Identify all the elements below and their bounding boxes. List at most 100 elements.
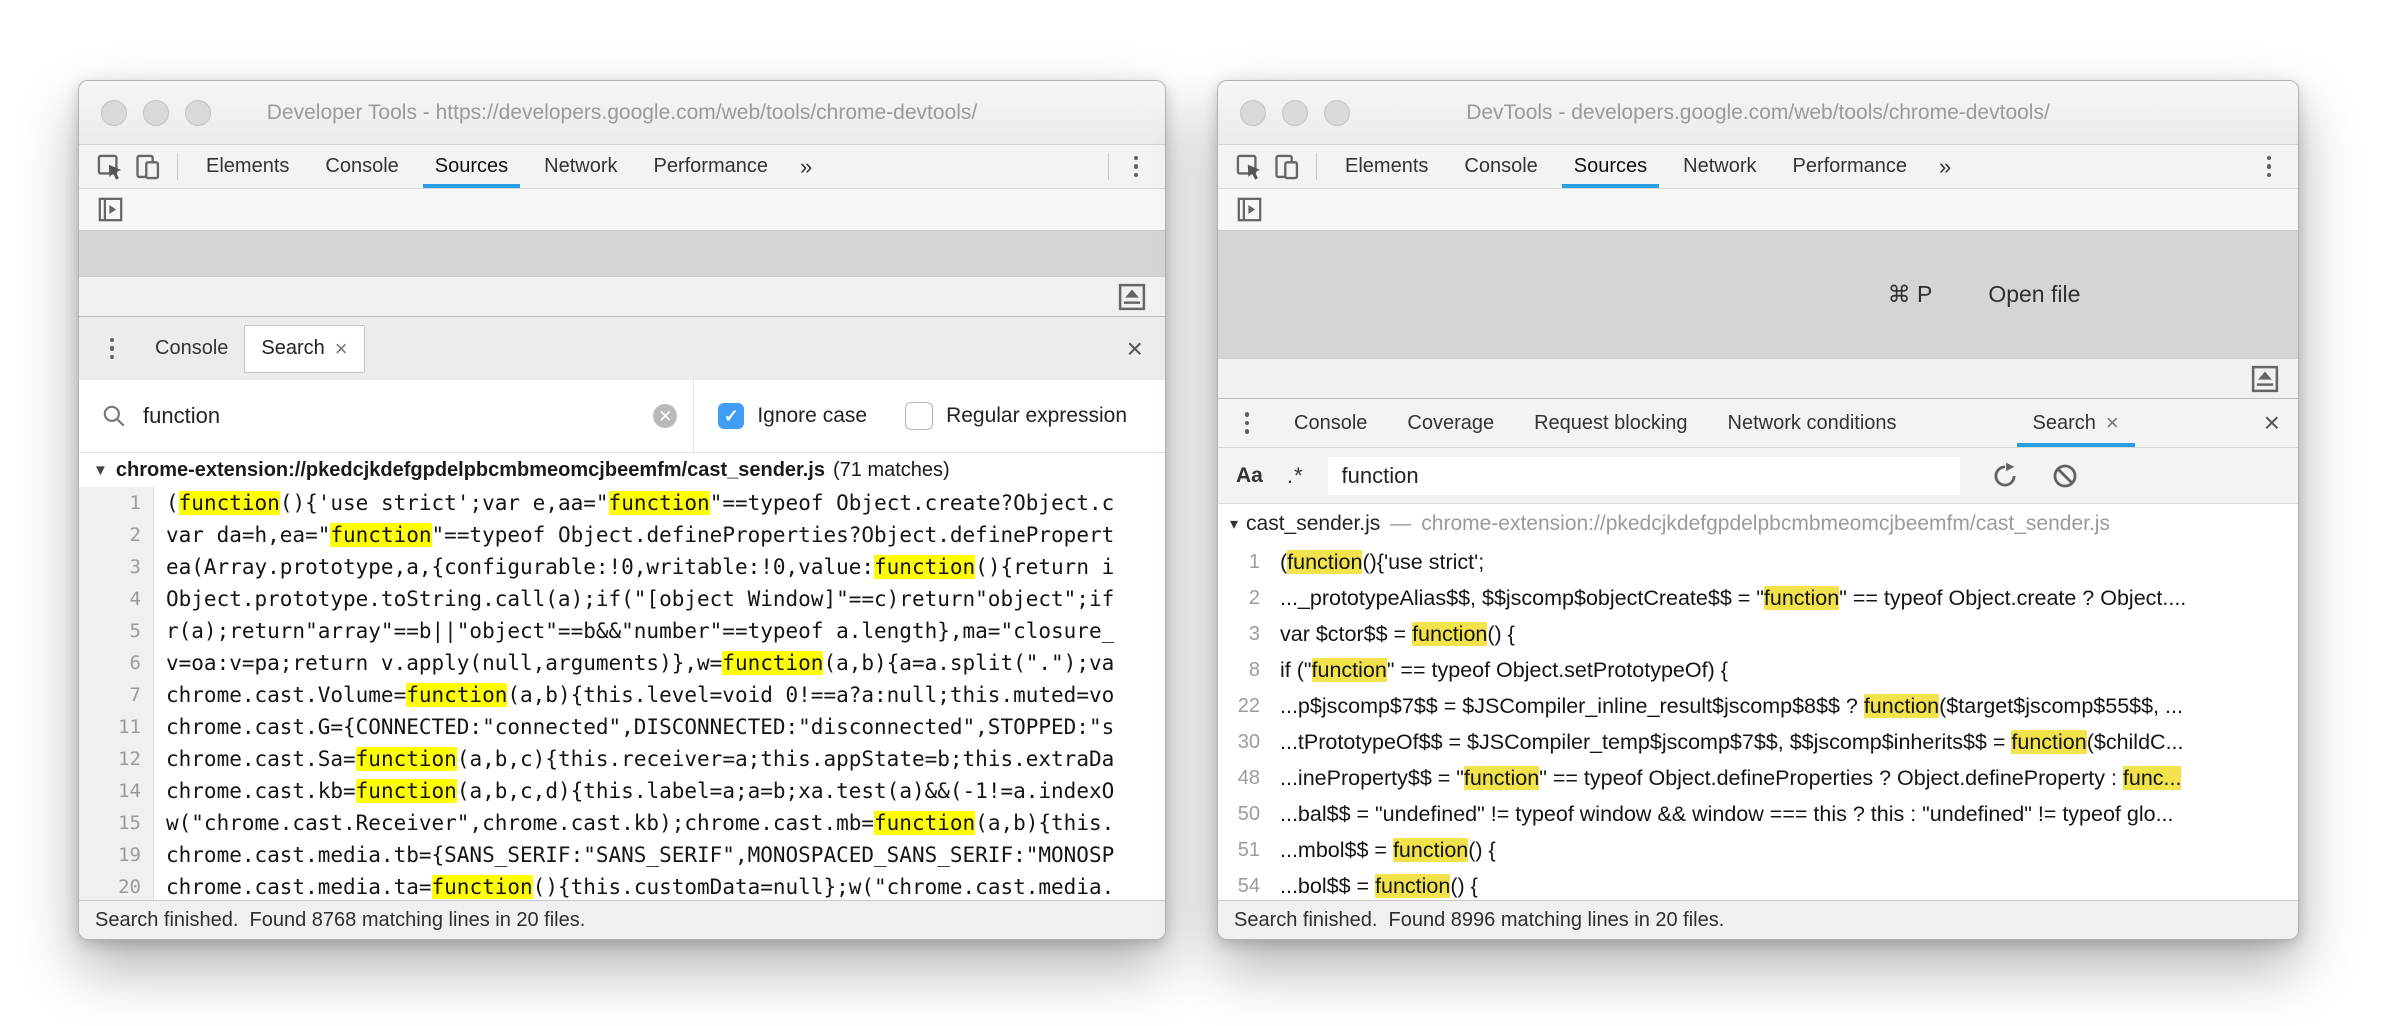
title-bar[interactable]: DevTools - developers.google.com/web/too… — [1218, 81, 2298, 145]
search-match-highlight: function — [874, 555, 975, 579]
result-match-count: (71 matches) — [833, 459, 950, 482]
show-navigator-icon[interactable] — [1230, 196, 1268, 223]
search-result-line[interactable]: 3ea(Array.prototype,a,{configurable:!0,w… — [79, 551, 1165, 583]
main-toolbar: ElementsConsoleSourcesNetworkPerformance… — [79, 145, 1165, 189]
search-result-line[interactable]: 15w("chrome.cast.Receiver",chrome.cast.k… — [79, 807, 1165, 839]
expand-drawer-icon[interactable] — [2246, 364, 2284, 394]
search-result-line[interactable]: 3var $ctor$$ = function() { — [1218, 616, 2298, 652]
search-input[interactable] — [141, 402, 639, 430]
line-number: 11 — [79, 711, 154, 743]
result-file-header[interactable]: ▼ chrome-extension://pkedcjkdefgpdelpbcm… — [79, 453, 1165, 487]
line-content: chrome.cast.G={CONNECTED:"connected",DIS… — [154, 711, 1165, 743]
main-toolbar: ElementsConsoleSourcesNetworkPerformance… — [1218, 145, 2298, 189]
drawer-tab-network-conditions[interactable]: Network conditions — [1708, 399, 1917, 447]
search-result-line[interactable]: 30...tPrototypeOf$$ = $JSCompiler_temp$j… — [1218, 724, 2298, 760]
match-case-toggle[interactable]: Aa — [1236, 464, 1263, 488]
close-drawer-icon[interactable]: × — [1121, 335, 1149, 363]
drawer-tab-search[interactable]: Search× — [244, 325, 364, 373]
search-match-highlight: function — [432, 875, 533, 899]
line-number: 12 — [79, 743, 154, 775]
collapse-triangle-icon[interactable]: ▼ — [93, 462, 108, 479]
line-number: 1 — [1218, 544, 1274, 580]
tab-elements[interactable]: Elements — [188, 145, 307, 188]
line-number: 15 — [79, 807, 154, 839]
regular-expression-option[interactable]: Regular expression — [905, 402, 1127, 430]
line-number: 5 — [79, 615, 154, 647]
tab-performance[interactable]: Performance — [1775, 145, 1926, 188]
ignore-case-checkbox[interactable]: ✓ — [718, 403, 744, 429]
close-drawer-icon[interactable]: × — [2258, 409, 2286, 437]
tab-network[interactable]: Network — [526, 145, 635, 188]
search-result-line[interactable]: 50...bal$$ = "undefined" != typeof windo… — [1218, 796, 2298, 832]
tab-performance[interactable]: Performance — [636, 145, 787, 188]
drawer-tab-coverage[interactable]: Coverage — [1387, 399, 1514, 447]
expand-drawer-icon[interactable] — [1113, 282, 1151, 312]
collapse-triangle-icon[interactable]: ▾ — [1230, 514, 1238, 534]
line-number: 30 — [1218, 724, 1274, 760]
main-menu-icon[interactable] — [1119, 145, 1153, 188]
search-result-line[interactable]: 51...mbol$$ = function() { — [1218, 832, 2298, 868]
line-content: var $ctor$$ = function() { — [1274, 616, 2298, 652]
line-content: var da=h,ea="function"==typeof Object.de… — [154, 519, 1165, 551]
search-result-line[interactable]: 8if ("function" == typeof Object.setProt… — [1218, 652, 2298, 688]
result-file-header[interactable]: ▾ cast_sender.js — chrome-extension://pk… — [1218, 504, 2298, 544]
line-content: if ("function" == typeof Object.setProto… — [1274, 652, 2298, 688]
line-content: (function(){'use strict'; — [1274, 544, 2298, 580]
drawer-menu-icon[interactable] — [1230, 412, 1264, 434]
tab-sources[interactable]: Sources — [1556, 145, 1665, 188]
search-result-line[interactable]: 20chrome.cast.media.ta=function(){this.c… — [79, 871, 1165, 900]
tab-console[interactable]: Console — [307, 145, 416, 188]
search-result-line[interactable]: 2..._prototypeAlias$$, $$jscomp$objectCr… — [1218, 580, 2298, 616]
search-input[interactable] — [1340, 462, 1948, 490]
clear-search-icon[interactable] — [2050, 462, 2080, 490]
search-result-line[interactable]: 22...p$jscomp$7$$ = $JSCompiler_inline_r… — [1218, 688, 2298, 724]
search-result-line[interactable]: 4Object.prototype.toString.call(a);if("[… — [79, 583, 1165, 615]
drawer-tab-console[interactable]: Console — [1274, 399, 1387, 447]
ignore-case-option[interactable]: ✓ Ignore case — [718, 403, 867, 429]
search-result-line[interactable]: 48...ineProperty$$ = "function" == typeo… — [1218, 760, 2298, 796]
clear-search-icon[interactable]: ✕ — [653, 404, 677, 428]
refresh-search-icon[interactable] — [1990, 462, 2020, 490]
drawer-tab-search[interactable]: Search× — [2013, 399, 2139, 447]
tab-elements[interactable]: Elements — [1327, 145, 1446, 188]
inspect-element-icon[interactable] — [91, 145, 129, 188]
line-number: 50 — [1218, 796, 1274, 832]
result-file-url: chrome-extension://pkedcjkdefgpdelpbcmbm… — [116, 459, 825, 482]
devtools-window-old: Developer Tools - https://developers.goo… — [78, 80, 1166, 940]
more-panels-button[interactable]: » — [1925, 145, 1965, 188]
regex-toggle[interactable]: .* — [1287, 463, 1304, 489]
tab-sources[interactable]: Sources — [417, 145, 526, 188]
result-file-dash: — — [1390, 512, 1411, 536]
search-result-line[interactable]: 14chrome.cast.kb=function(a,b,c,d){this.… — [79, 775, 1165, 807]
search-result-line[interactable]: 6v=oa:v=pa;return v.apply(null,arguments… — [79, 647, 1165, 679]
search-result-line[interactable]: 1(function(){'use strict';var e,aa="func… — [79, 487, 1165, 519]
search-result-line[interactable]: 5r(a);return"array"==b||"object"==b&&"nu… — [79, 615, 1165, 647]
line-number: 6 — [79, 647, 154, 679]
tab-close-icon[interactable]: × — [335, 338, 348, 360]
search-match-highlight: function — [1312, 658, 1387, 682]
search-result-line[interactable]: 2var da=h,ea="function"==typeof Object.d… — [79, 519, 1165, 551]
search-result-line[interactable]: 12chrome.cast.Sa=function(a,b,c){this.re… — [79, 743, 1165, 775]
show-navigator-icon[interactable] — [91, 196, 129, 223]
regular-expression-checkbox[interactable] — [905, 402, 933, 430]
drawer-tab-request-blocking[interactable]: Request blocking — [1514, 399, 1707, 447]
search-result-line[interactable]: 1(function(){'use strict'; — [1218, 544, 2298, 580]
tab-network[interactable]: Network — [1665, 145, 1774, 188]
search-input-zone: ✕ — [79, 402, 693, 430]
search-options: ✓ Ignore case Regular expression — [694, 402, 1165, 430]
search-result-line[interactable]: 19chrome.cast.media.tb={SANS_SERIF:"SANS… — [79, 839, 1165, 871]
more-panels-button[interactable]: » — [786, 145, 826, 188]
drawer-menu-icon[interactable] — [95, 338, 129, 360]
search-result-line[interactable]: 11chrome.cast.G={CONNECTED:"connected",D… — [79, 711, 1165, 743]
drawer-tab-console[interactable]: Console — [139, 317, 244, 380]
tab-console[interactable]: Console — [1446, 145, 1555, 188]
search-result-line[interactable]: 54...bol$$ = function() { — [1218, 868, 2298, 900]
inspect-element-icon[interactable] — [1230, 145, 1268, 188]
device-toolbar-icon[interactable] — [1268, 145, 1306, 188]
device-toolbar-icon[interactable] — [129, 145, 167, 188]
line-number: 7 — [79, 679, 154, 711]
title-bar[interactable]: Developer Tools - https://developers.goo… — [79, 81, 1165, 145]
main-menu-icon[interactable] — [2252, 145, 2286, 188]
tab-close-icon[interactable]: × — [2106, 412, 2119, 434]
search-result-line[interactable]: 7chrome.cast.Volume=function(a,b){this.l… — [79, 679, 1165, 711]
